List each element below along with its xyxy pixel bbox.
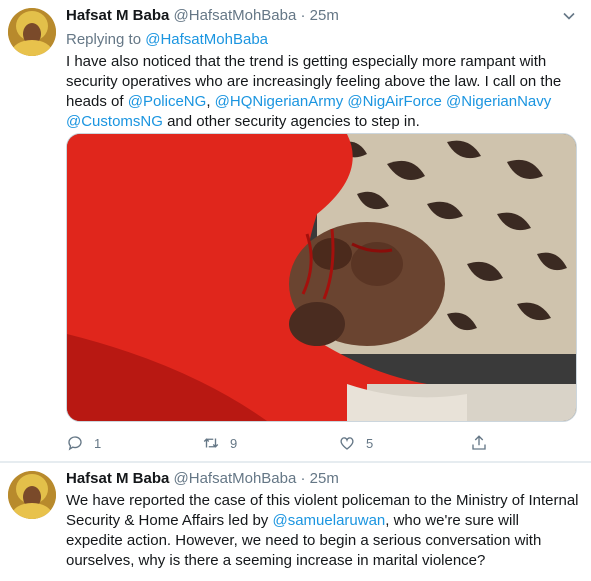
comment-icon bbox=[68, 436, 82, 451]
tweet-header: Hafsat M Baba @HafsatMohBaba · 25m bbox=[66, 469, 579, 489]
like-icon bbox=[340, 437, 354, 450]
replying-to-handle[interactable]: @HafsatMohBaba bbox=[145, 31, 268, 48]
tweet[interactable]: Hafsat M Baba @HafsatMohBaba · 25m Reply… bbox=[0, 0, 591, 462]
author-name[interactable]: Hafsat M Baba bbox=[66, 470, 169, 487]
tweet-text: We have reported the case of this violen… bbox=[66, 491, 579, 571]
retweet-button[interactable]: 9 bbox=[202, 434, 237, 452]
like-button[interactable]: 5 bbox=[338, 434, 373, 452]
replying-to: Replying to @HafsatMohBaba bbox=[66, 30, 579, 50]
text-separator: , bbox=[206, 93, 215, 110]
tweet[interactable]: Hafsat M Baba @HafsatMohBaba · 25m We ha… bbox=[0, 462, 591, 581]
author-name[interactable]: Hafsat M Baba bbox=[66, 7, 169, 24]
tweet-photo[interactable] bbox=[66, 133, 577, 422]
separator: · bbox=[300, 470, 306, 487]
timestamp[interactable]: 25m bbox=[310, 470, 339, 487]
tweet-text-part: and other security agencies to step in. bbox=[162, 113, 420, 130]
timestamp[interactable]: 25m bbox=[310, 7, 339, 24]
mention-link[interactable]: @NigAirForce bbox=[347, 93, 441, 110]
retweet-icon bbox=[203, 438, 219, 448]
share-button[interactable] bbox=[470, 434, 498, 452]
replying-to-label: Replying to bbox=[66, 31, 142, 48]
reply-count: 1 bbox=[94, 435, 102, 451]
mention-link[interactable]: @NigerianNavy bbox=[446, 93, 551, 110]
separator: · bbox=[300, 7, 306, 24]
mention-link[interactable]: @PoliceNG bbox=[128, 93, 207, 110]
author-handle[interactable]: @HafsatMohBaba bbox=[174, 7, 297, 24]
tweet-actions: 1 9 5 bbox=[66, 434, 566, 456]
like-count: 5 bbox=[366, 435, 374, 451]
avatar[interactable] bbox=[8, 8, 56, 56]
share-icon bbox=[472, 435, 486, 450]
retweet-count: 9 bbox=[230, 435, 238, 451]
mention-link[interactable]: @HQNigerianArmy bbox=[215, 93, 344, 110]
reply-button[interactable]: 1 bbox=[66, 434, 101, 452]
mention-link[interactable]: @samuelaruwan bbox=[272, 512, 385, 529]
mention-link[interactable]: @CustomsNG bbox=[66, 113, 163, 130]
author-handle[interactable]: @HafsatMohBaba bbox=[174, 470, 297, 487]
tweet-header: Hafsat M Baba @HafsatMohBaba · 25m bbox=[66, 6, 579, 26]
caret-down-icon[interactable] bbox=[561, 8, 577, 24]
tweet-text: I have also noticed that the trend is ge… bbox=[66, 52, 579, 132]
avatar[interactable] bbox=[8, 471, 56, 519]
